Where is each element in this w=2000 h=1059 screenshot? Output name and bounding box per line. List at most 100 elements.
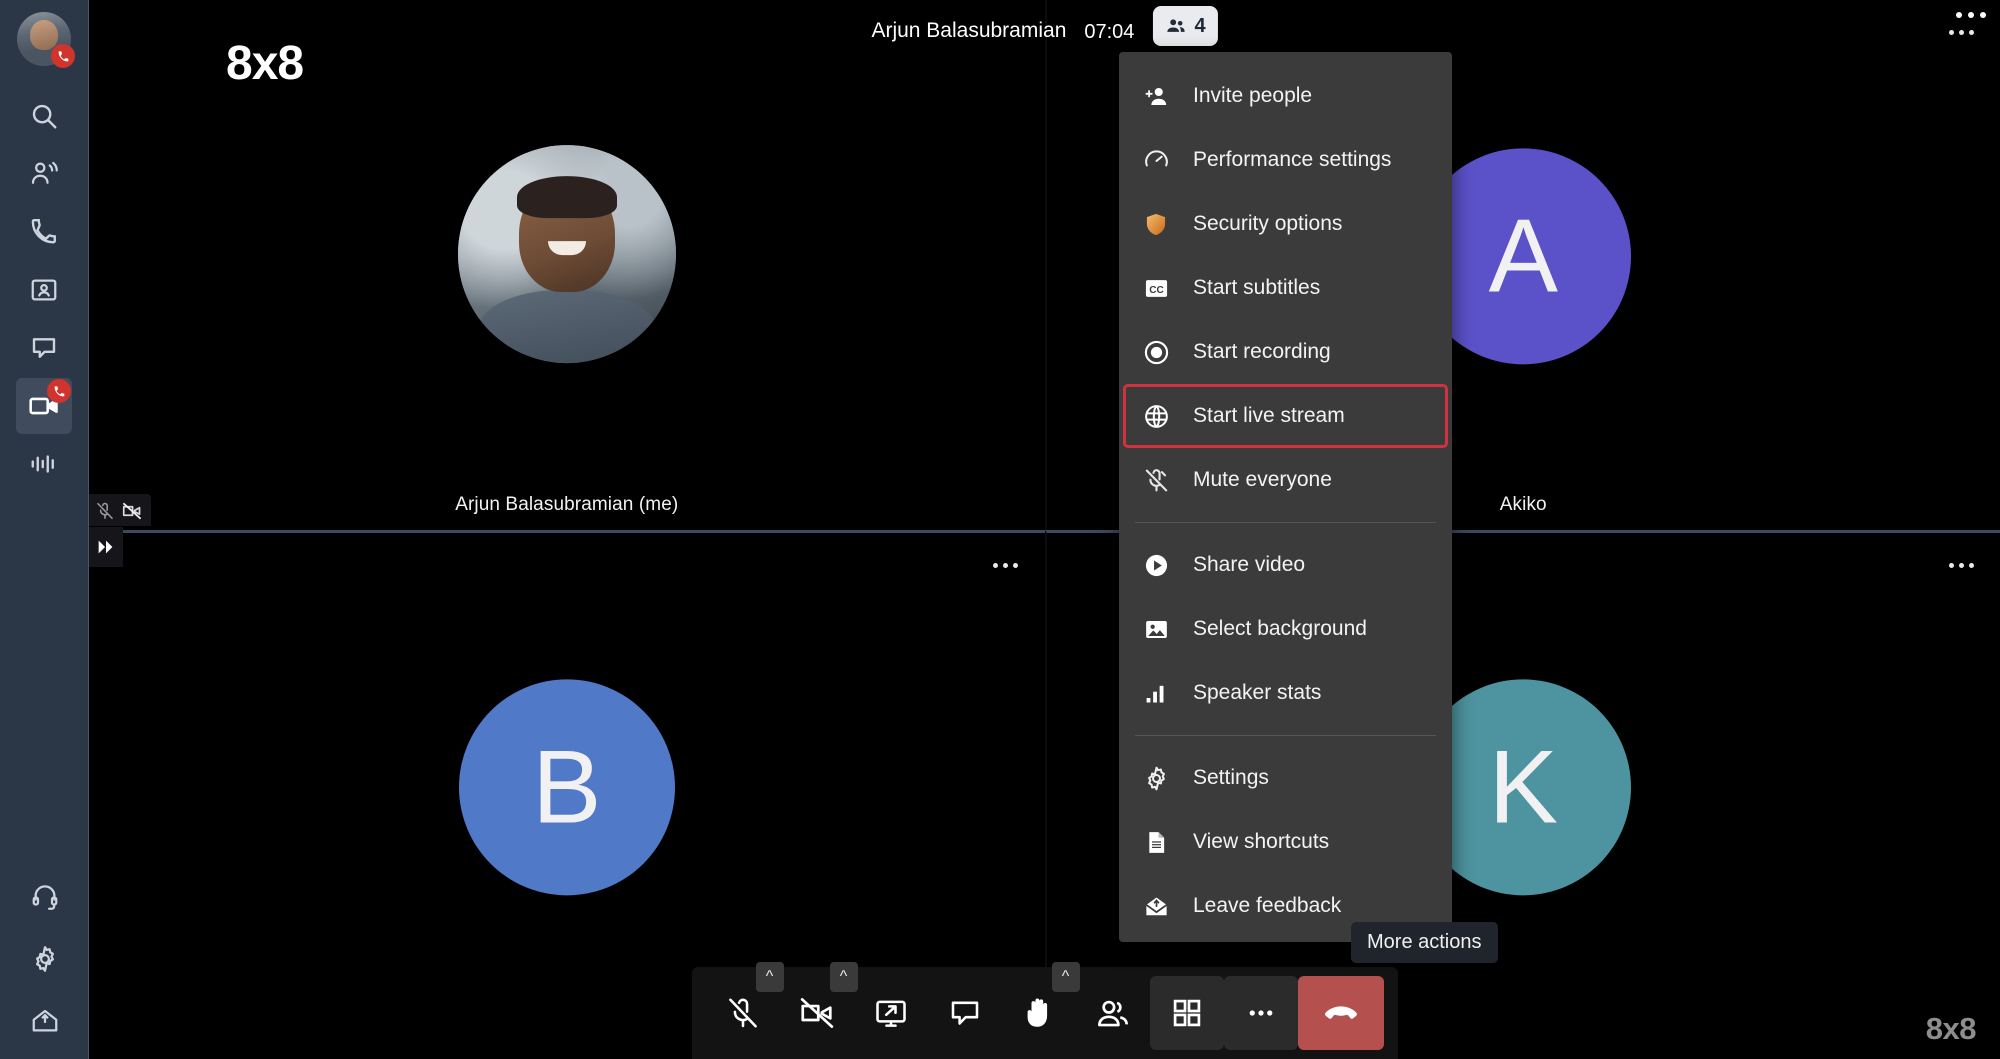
search-icon [29, 101, 59, 131]
open-envelope-icon [1141, 891, 1171, 921]
menu-item-label: Performance settings [1193, 148, 1391, 172]
menu-item-label: Mute everyone [1193, 468, 1332, 492]
svg-text:CC: CC [1149, 285, 1164, 296]
filmstrip-toggle-button[interactable] [89, 527, 123, 567]
meeting-toolbar: ^ ^ ^ [692, 967, 1398, 1059]
bar-chart-icon [1141, 678, 1171, 708]
sidebar-item-headset[interactable] [17, 869, 73, 925]
chat-bubble-icon [947, 995, 983, 1031]
participants-count: 4 [1194, 15, 1205, 38]
user-avatar[interactable] [17, 12, 71, 66]
double-chevron-right-icon [95, 536, 117, 558]
menu-item-label: Share video [1193, 553, 1305, 577]
menu-item-label: View shortcuts [1193, 830, 1329, 854]
open-chat-button[interactable] [928, 976, 1002, 1050]
dominant-speaker-name: Arjun Balasubramian [871, 0, 1066, 43]
avatar-initial: A [1489, 204, 1558, 308]
camera-off-icon [798, 994, 836, 1032]
menu-item-start-recording[interactable]: Start recording [1119, 320, 1452, 384]
menu-item-invite-people[interactable]: Invite people [1119, 64, 1452, 128]
gear-icon [30, 944, 60, 974]
kebab-menu-icon [1246, 998, 1276, 1028]
camera-off-icon [121, 500, 143, 522]
brand-logo: 8x8 [226, 36, 303, 91]
menu-item-speaker-stats[interactable]: Speaker stats [1119, 661, 1452, 725]
play-circle-icon [1141, 550, 1171, 580]
add-person-icon [1141, 81, 1171, 111]
menu-item-select-background[interactable]: Select background [1119, 597, 1452, 661]
menu-item-start-live-stream[interactable]: Start live stream [1123, 384, 1448, 448]
sidebar-item-contacts[interactable] [16, 146, 72, 202]
person-waves-icon [29, 159, 59, 189]
window-more-menu[interactable] [1956, 12, 1986, 18]
audio-wave-icon [29, 449, 59, 479]
grid-view-icon [1170, 996, 1204, 1030]
phone-icon [51, 44, 75, 68]
menu-divider [1135, 735, 1436, 736]
meeting-window: 8x8 8x8 Arjun Balasubramian (me) A Akiko [0, 0, 2000, 1059]
menu-item-label: Start subtitles [1193, 276, 1320, 300]
menu-item-label: Settings [1193, 766, 1269, 790]
sidebar-item-apps[interactable] [17, 993, 73, 1049]
meeting-timer: 07:04 [1084, 0, 1134, 44]
sidebar-item-calls[interactable] [16, 204, 72, 260]
people-icon [1094, 994, 1132, 1032]
sidebar-item-meetings[interactable] [16, 378, 72, 434]
menu-item-start-subtitles[interactable]: CC Start subtitles [1119, 256, 1452, 320]
brand-watermark: 8x8 [1926, 1011, 1976, 1047]
menu-item-mute-everyone[interactable]: Mute everyone [1119, 448, 1452, 512]
rail-nav [16, 88, 72, 494]
mic-muted-icon [95, 501, 115, 521]
participants-button[interactable] [1076, 976, 1150, 1050]
menu-item-view-shortcuts[interactable]: View shortcuts [1119, 810, 1452, 874]
live-stream-globe-icon [1141, 401, 1171, 431]
leave-meeting-button[interactable] [1298, 976, 1384, 1050]
sidebar-item-directory[interactable] [16, 262, 72, 318]
id-card-icon [29, 275, 59, 305]
speedometer-icon [1141, 145, 1171, 175]
menu-item-share-video[interactable]: Share video [1119, 533, 1452, 597]
headset-icon [30, 882, 60, 912]
phone-icon [29, 217, 59, 247]
menu-item-label: Start live stream [1193, 404, 1345, 428]
microphone-toggle-button[interactable]: ^ [706, 976, 780, 1050]
hangup-phone-icon [1323, 995, 1359, 1031]
participant-photo [458, 145, 676, 363]
more-actions-button[interactable] [1224, 976, 1298, 1050]
sidebar-item-analytics[interactable] [16, 436, 72, 492]
raise-hand-button[interactable]: ^ [1002, 976, 1076, 1050]
tile-label: Arjun Balasubramian (me) [89, 494, 1045, 516]
record-circle-icon [1141, 337, 1171, 367]
menu-item-label: Leave feedback [1193, 894, 1341, 918]
menu-item-label: Start recording [1193, 340, 1331, 364]
sidebar-item-chat[interactable] [16, 320, 72, 376]
menu-item-performance-settings[interactable]: Performance settings [1119, 128, 1452, 192]
more-actions-tooltip: More actions [1351, 922, 1498, 963]
avatar: B [459, 679, 675, 895]
kebab-menu-icon[interactable] [1944, 20, 1978, 44]
camera-toggle-button[interactable]: ^ [780, 976, 854, 1050]
closed-caption-icon: CC [1141, 273, 1171, 303]
shield-icon [1141, 209, 1171, 239]
menu-item-settings[interactable]: Settings [1119, 746, 1452, 810]
tile-view-button[interactable] [1150, 976, 1224, 1050]
avatar-initial: B [532, 735, 601, 839]
document-icon [1141, 827, 1171, 857]
sidebar-item-search[interactable] [16, 88, 72, 144]
mic-muted-icon [1141, 465, 1171, 495]
participants-count-button[interactable]: 4 [1152, 6, 1217, 46]
screen-share-icon [873, 995, 909, 1031]
mic-muted-icon [725, 995, 761, 1031]
kebab-menu-icon[interactable] [989, 553, 1023, 577]
menu-item-security-options[interactable]: Security options [1119, 192, 1452, 256]
kebab-menu-icon[interactable] [1944, 553, 1978, 577]
share-screen-button[interactable] [854, 976, 928, 1050]
left-rail [0, 0, 89, 1059]
rail-bottom-nav [0, 869, 89, 1055]
menu-item-label: Speaker stats [1193, 681, 1321, 705]
chat-bubble-icon [29, 333, 59, 363]
menu-item-label: Invite people [1193, 84, 1312, 108]
sidebar-item-settings[interactable] [17, 931, 73, 987]
menu-divider [1135, 522, 1436, 523]
dominant-speaker-bar: Arjun Balasubramian 07:04 4 [871, 0, 1217, 46]
